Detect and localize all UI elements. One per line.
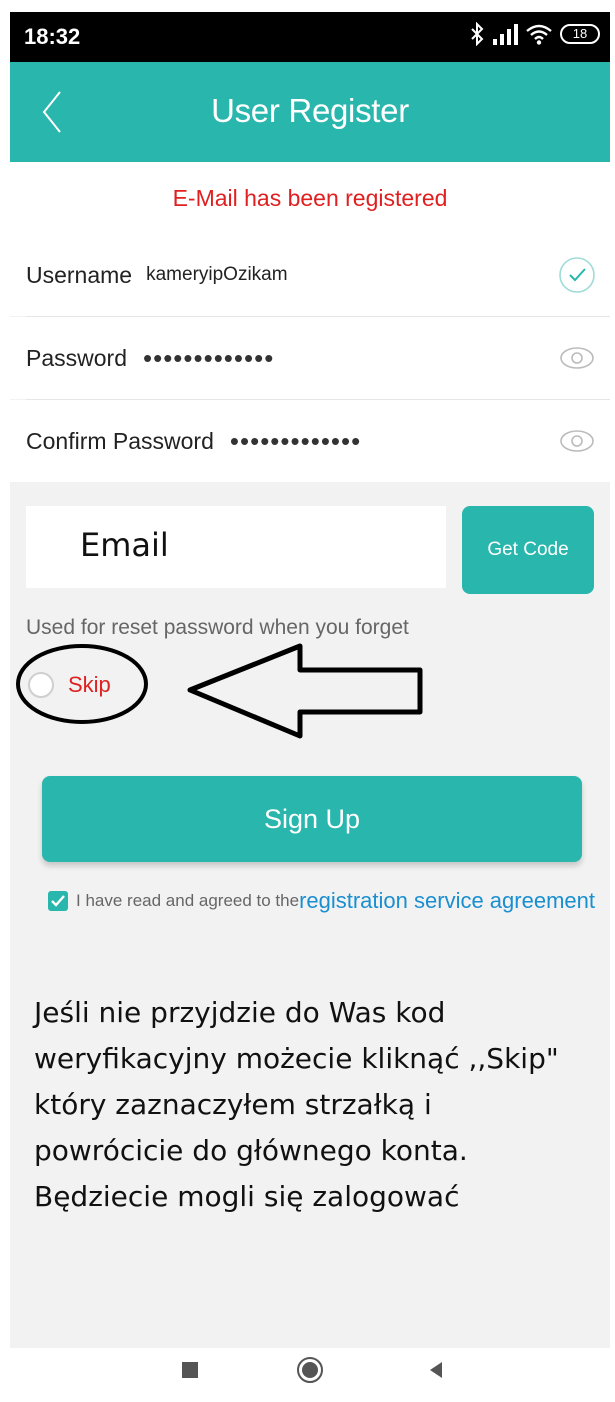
status-icons: 18 (470, 22, 600, 46)
confirm-password-field[interactable]: ••••••••••••• (230, 428, 361, 454)
sign-up-button[interactable]: Sign Up (42, 776, 582, 862)
email-placeholder: Email (80, 526, 169, 564)
navigation-bar (10, 1348, 610, 1390)
note-line: Będziecie mogli się zalogować (34, 1180, 460, 1213)
status-bar: 18:32 18 (10, 12, 610, 62)
app-header: User Register (10, 62, 610, 162)
check-icon (559, 257, 595, 293)
error-message: E-Mail has been registered (10, 162, 610, 234)
confirm-password-label: Confirm Password (26, 427, 214, 454)
agreement-row: I have read and agreed to the registrati… (48, 888, 595, 914)
get-code-button[interactable]: Get Code (462, 506, 594, 594)
eye-icon[interactable] (558, 339, 596, 377)
phone-screen: 18:32 18 User Register E-Mail has been r… (10, 12, 610, 1390)
username-field[interactable]: kameryipOzikam (146, 264, 287, 286)
eye-icon[interactable] (558, 422, 596, 460)
status-time: 18:32 (24, 24, 81, 49)
confirm-password-row[interactable]: Confirm Password ••••••••••••• (10, 400, 610, 482)
recent-apps-icon[interactable] (174, 1354, 206, 1386)
agreement-text: I have read and agreed to the (76, 891, 300, 910)
note-line: który zaznaczyłem strzałką i (34, 1088, 432, 1121)
note-line: weryfikacyjny możecie kliknąć ,,Skip" (34, 1042, 559, 1075)
email-hint: Used for reset password when you forget (26, 616, 409, 639)
back-icon[interactable] (420, 1354, 452, 1386)
agreement-link[interactable]: registration service agreement (299, 888, 595, 914)
password-row[interactable]: Password ••••••••••••• (10, 317, 610, 399)
email-field[interactable]: Email (26, 506, 446, 588)
note-line: powrócicie do głównego konta. (34, 1134, 468, 1167)
page-title: User Register (211, 92, 409, 129)
battery-icon: 18 (560, 24, 600, 44)
agreement-checkbox[interactable] (48, 891, 68, 911)
note-line: Jeśli nie przyjdzie do Was kod (34, 996, 446, 1029)
username-label: Username (26, 261, 133, 288)
instruction-note: Jeśli nie przyjdzie do Was kod weryfikac… (34, 990, 594, 1220)
skip-radio[interactable] (28, 672, 54, 698)
password-label: Password (26, 344, 127, 371)
checkmark-icon (51, 895, 65, 907)
username-row[interactable]: Username kameryipOzikam (10, 234, 610, 316)
skip-label[interactable]: Skip (68, 672, 111, 698)
signal-icon (493, 24, 518, 45)
home-icon[interactable] (294, 1354, 326, 1386)
bluetooth-icon (471, 22, 484, 46)
wifi-icon (526, 24, 552, 45)
password-field[interactable]: ••••••••••••• (143, 345, 274, 371)
